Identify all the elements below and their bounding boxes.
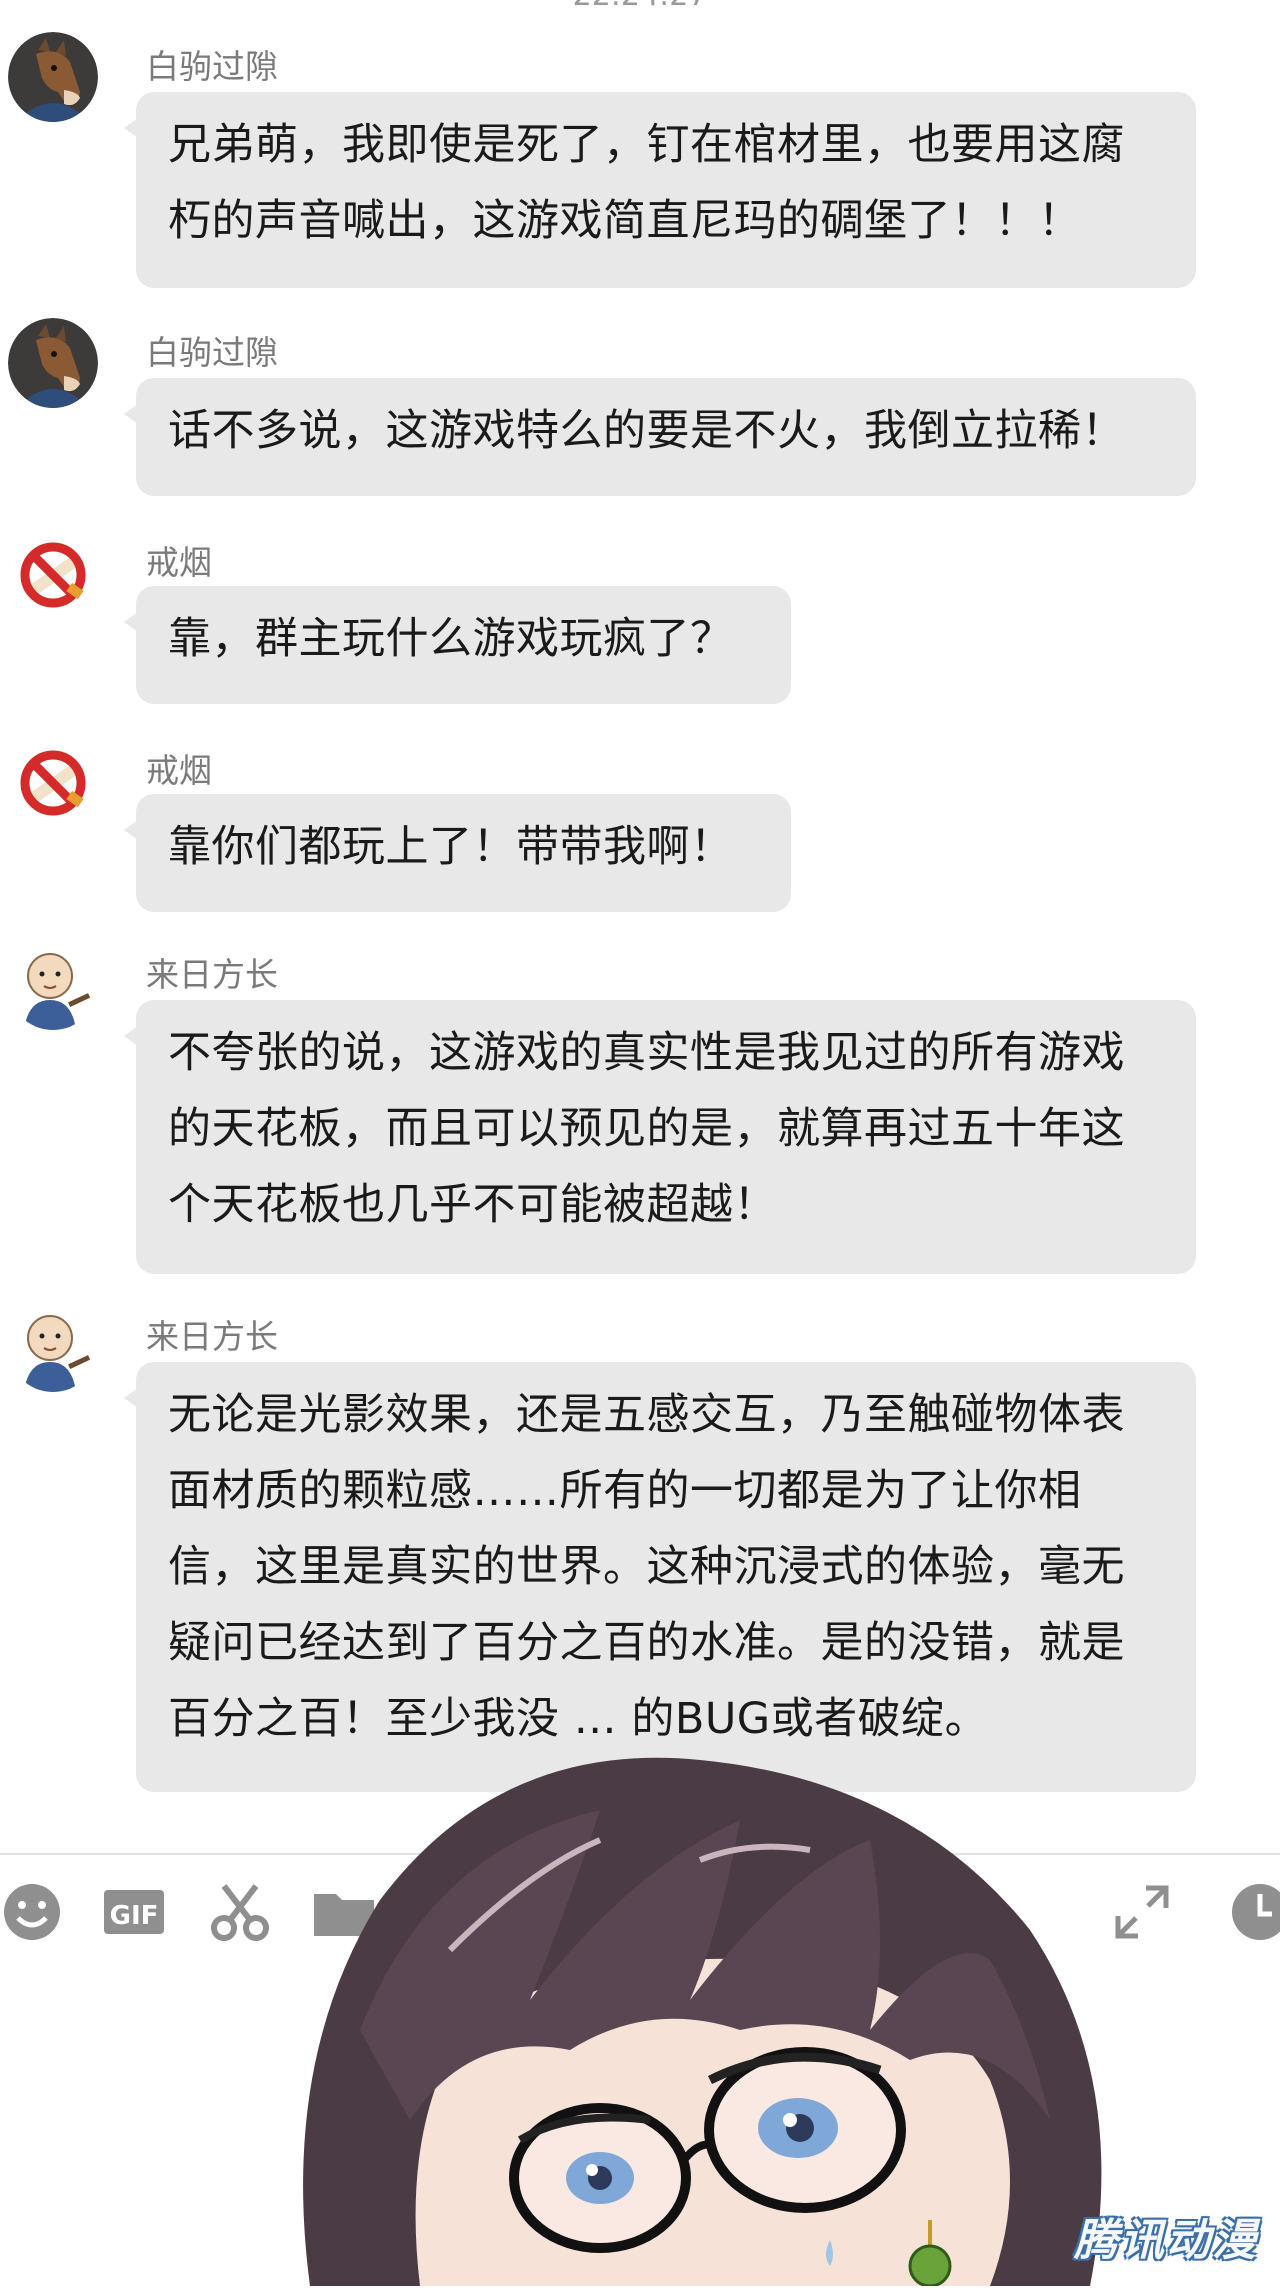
message-bubble[interactable]: 兄弟萌，我即使是死了，钉在棺材里，也要用这腐 朽的声音喊出，这游戏简直尼玛的碉堡… [124,92,1196,288]
horse-avatar-icon[interactable] [8,318,98,408]
emoji-icon[interactable] [0,1880,64,1944]
watermark-text: 腾讯动漫 [1074,2215,1258,2266]
message-bubble[interactable]: 不夸张的说，这游戏的真实性是我见过的所有游戏 的天花板，而且可以预见的是，就算再… [124,1000,1196,1274]
sender-name: 白驹过隙 [146,47,278,86]
message-bubble[interactable]: 靠你们都玩上了！带带我啊！ [124,794,791,912]
message-bubble[interactable]: 话不多说，这游戏特么的要是不火，我倒立拉稀！ [124,378,1196,496]
sender-name: 白驹过隙 [146,333,278,372]
no-smoking-avatar-icon[interactable] [8,738,98,828]
old-man-avatar-icon[interactable] [8,940,98,1030]
sender-name: 戒烟 [146,751,212,790]
clock-icon[interactable] [1228,1880,1280,1944]
message-bubble[interactable]: 靠，群主玩什么游戏玩疯了？ [124,586,791,704]
old-man-avatar-icon[interactable] [8,1302,98,1392]
sender-name: 来日方长 [146,955,278,994]
manga-character-illustration [270,1700,1170,2288]
sender-name: 戒烟 [146,543,212,582]
horse-avatar-icon[interactable] [8,32,98,122]
scissors-icon[interactable] [208,1880,272,1944]
sender-name: 来日方长 [146,1317,278,1356]
no-smoking-avatar-icon[interactable] [8,530,98,620]
timestamp: 22:24:27 [0,0,1280,13]
gif-label: GIF [110,1901,159,1931]
gif-icon[interactable]: GIF [102,1880,166,1944]
